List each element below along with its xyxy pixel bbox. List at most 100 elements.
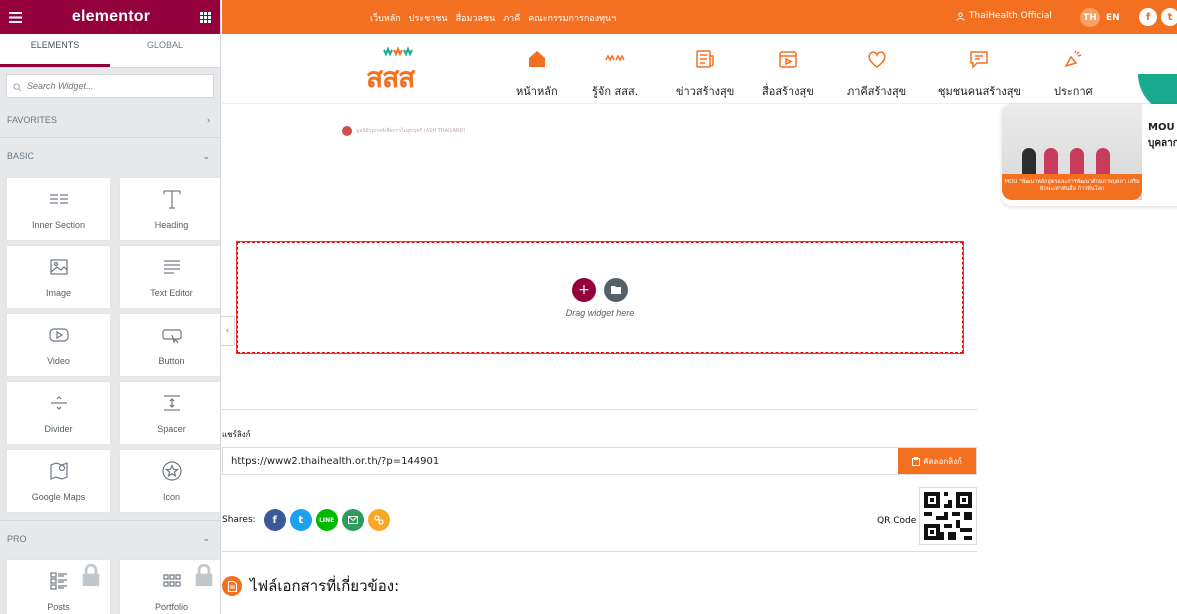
envelope-icon <box>347 516 358 524</box>
widget-label: Posts <box>47 602 70 612</box>
empty-section-dropzone[interactable]: + Drag widget here <box>236 241 964 354</box>
account-label: ThaiHealth Official <box>969 11 1052 21</box>
widget-label: Button <box>158 356 185 366</box>
map-icon <box>49 462 68 480</box>
share-url[interactable]: https://www2.thaihealth.or.th/?p=144901 <box>223 456 898 467</box>
no-smoking-icon <box>342 126 352 136</box>
widget-search <box>6 74 214 98</box>
widget-portfolio[interactable]: Portfolio <box>120 560 220 614</box>
search-input[interactable] <box>27 81 207 91</box>
nav-label: สื่อสร้างสุข <box>762 85 814 98</box>
widget-video[interactable]: Video <box>7 314 110 376</box>
category-basic[interactable]: BASIC ⌄ <box>0 138 220 174</box>
widget-divider[interactable]: Divider <box>7 382 110 444</box>
home-icon <box>528 51 545 67</box>
widget-icon[interactable]: Icon <box>120 450 220 512</box>
add-template-button[interactable] <box>604 277 628 302</box>
email-share-icon[interactable] <box>341 509 364 531</box>
widget-button[interactable]: Button <box>120 314 220 376</box>
news-image: MOU "พัฒนาหลักสูตรและการพัฒนาศักยภาพบุคล… <box>1002 104 1142 200</box>
account-link[interactable]: ThaiHealth Official <box>956 11 1052 21</box>
facebook-icon[interactable]: f <box>1139 8 1157 26</box>
nav-label: ชุมชนคนสร้างสุข <box>938 85 1021 98</box>
clipboard-icon <box>912 456 921 466</box>
menu-icon[interactable] <box>9 8 22 27</box>
widget-label: Icon <box>162 492 180 502</box>
add-section-button[interactable]: + <box>572 277 596 302</box>
widget-label: Google Maps <box>31 492 86 502</box>
image-icon <box>49 259 68 275</box>
lock-icon <box>82 564 100 586</box>
news-icon <box>696 50 714 68</box>
lock-icon <box>195 564 213 586</box>
chevron-down-icon: ⌄ <box>202 150 210 161</box>
panel-header: elementor <box>0 0 220 34</box>
nav-home[interactable]: หน้าหลัก <box>516 48 558 100</box>
widget-label: Heading <box>154 220 189 230</box>
twitter-icon[interactable]: t <box>1161 8 1177 26</box>
divider-icon <box>50 396 67 410</box>
twitter-share-icon[interactable]: t <box>289 509 312 531</box>
category-pro-label: PRO <box>7 533 27 544</box>
category-favorites[interactable]: FAVORITES › <box>0 102 220 138</box>
widget-image[interactable]: Image <box>7 246 110 308</box>
link-icon <box>374 515 384 525</box>
dropzone-buttons: + <box>572 277 628 302</box>
nav-media[interactable]: สื่อสร้างสุข <box>762 48 814 100</box>
facebook-share-icon[interactable]: f <box>263 509 286 531</box>
widget-google-maps[interactable]: Google Maps <box>7 450 110 512</box>
share-buttons: Shares: f t LINE <box>222 509 390 531</box>
news-title-line: บุคลาก <box>1148 138 1177 149</box>
nav-partners[interactable]: ภาคีสร้างสุข <box>847 48 906 100</box>
related-files-title: ไฟล์เอกสารที่เกี่ยวข้อง: <box>250 577 400 595</box>
panel-tabs: ELEMENTS GLOBAL <box>0 34 220 68</box>
tab-global[interactable]: GLOBAL <box>110 34 220 67</box>
news-card[interactable]: MOU "พัฒนาหลักสูตรและการพัฒนาศักยภาพบุคล… <box>1002 104 1177 206</box>
nav-community[interactable]: ชุมชนคนสร้างสุข <box>938 48 1021 100</box>
about-icon <box>605 54 625 62</box>
heart-icon <box>867 51 886 68</box>
posts-icon <box>49 572 67 590</box>
widget-heading[interactable]: Heading <box>120 178 220 240</box>
widget-spacer[interactable]: Spacer <box>120 382 220 444</box>
related-files-heading: ไฟล์เอกสารที่เกี่ยวข้อง: <box>222 574 399 598</box>
nav-label: ภาคีสร้างสุข <box>847 85 907 98</box>
widget-label: Portfolio <box>154 602 189 612</box>
copy-share-icon[interactable] <box>367 509 390 531</box>
language-switch: TH EN <box>1080 8 1120 27</box>
nav-label: ข่าวสร้างสุข <box>676 85 735 98</box>
top-link[interactable]: ภาคี <box>503 11 520 25</box>
widget-text-editor[interactable]: Text Editor <box>120 246 220 308</box>
video-icon <box>48 328 69 342</box>
widget-label: Image <box>45 288 71 298</box>
top-link[interactable]: เว็บหลัก <box>370 11 401 25</box>
inner-section-icon <box>49 194 68 204</box>
lang-en[interactable]: EN <box>1106 13 1120 23</box>
widget-inner-section[interactable]: Inner Section <box>7 178 110 240</box>
widget-label: Spacer <box>157 424 186 434</box>
logo-text: สสส <box>366 61 415 94</box>
top-link[interactable]: คณะกรรมการกองทุนฯ <box>528 11 616 25</box>
nav-news[interactable]: ข่าวสร้างสุข <box>676 48 734 100</box>
folder-icon <box>611 286 621 294</box>
tab-elements[interactable]: ELEMENTS <box>0 34 110 67</box>
nav-announcements[interactable]: ประกาศ <box>1054 48 1093 100</box>
pro-widgets: Posts Portfolio <box>0 556 220 614</box>
site-logo[interactable]: สสส <box>366 46 446 94</box>
copy-link-button[interactable]: คัดลอกลิงก์ <box>898 448 976 474</box>
top-link[interactable]: ประชาชน <box>409 11 448 25</box>
news-title-line: MOU <box>1148 122 1175 133</box>
widgets-grid-icon[interactable] <box>200 8 211 27</box>
lang-th[interactable]: TH <box>1080 8 1100 27</box>
dropzone-hint: Drag widget here <box>565 307 635 318</box>
share-link-label: แชร์ลิงก์ <box>222 430 251 439</box>
heading-icon <box>162 190 181 209</box>
widget-posts[interactable]: Posts <box>7 560 110 614</box>
chevron-down-icon: ⌄ <box>202 533 210 543</box>
line-share-icon[interactable]: LINE <box>315 509 338 531</box>
text-editor-icon <box>163 260 180 274</box>
nav-label: ประกาศ <box>1054 85 1093 98</box>
nav-about[interactable]: รู้จัก สสส. <box>592 48 638 100</box>
top-link[interactable]: สื่อมวลชน <box>456 11 496 25</box>
category-pro[interactable]: PRO ⌄ <box>0 520 220 556</box>
